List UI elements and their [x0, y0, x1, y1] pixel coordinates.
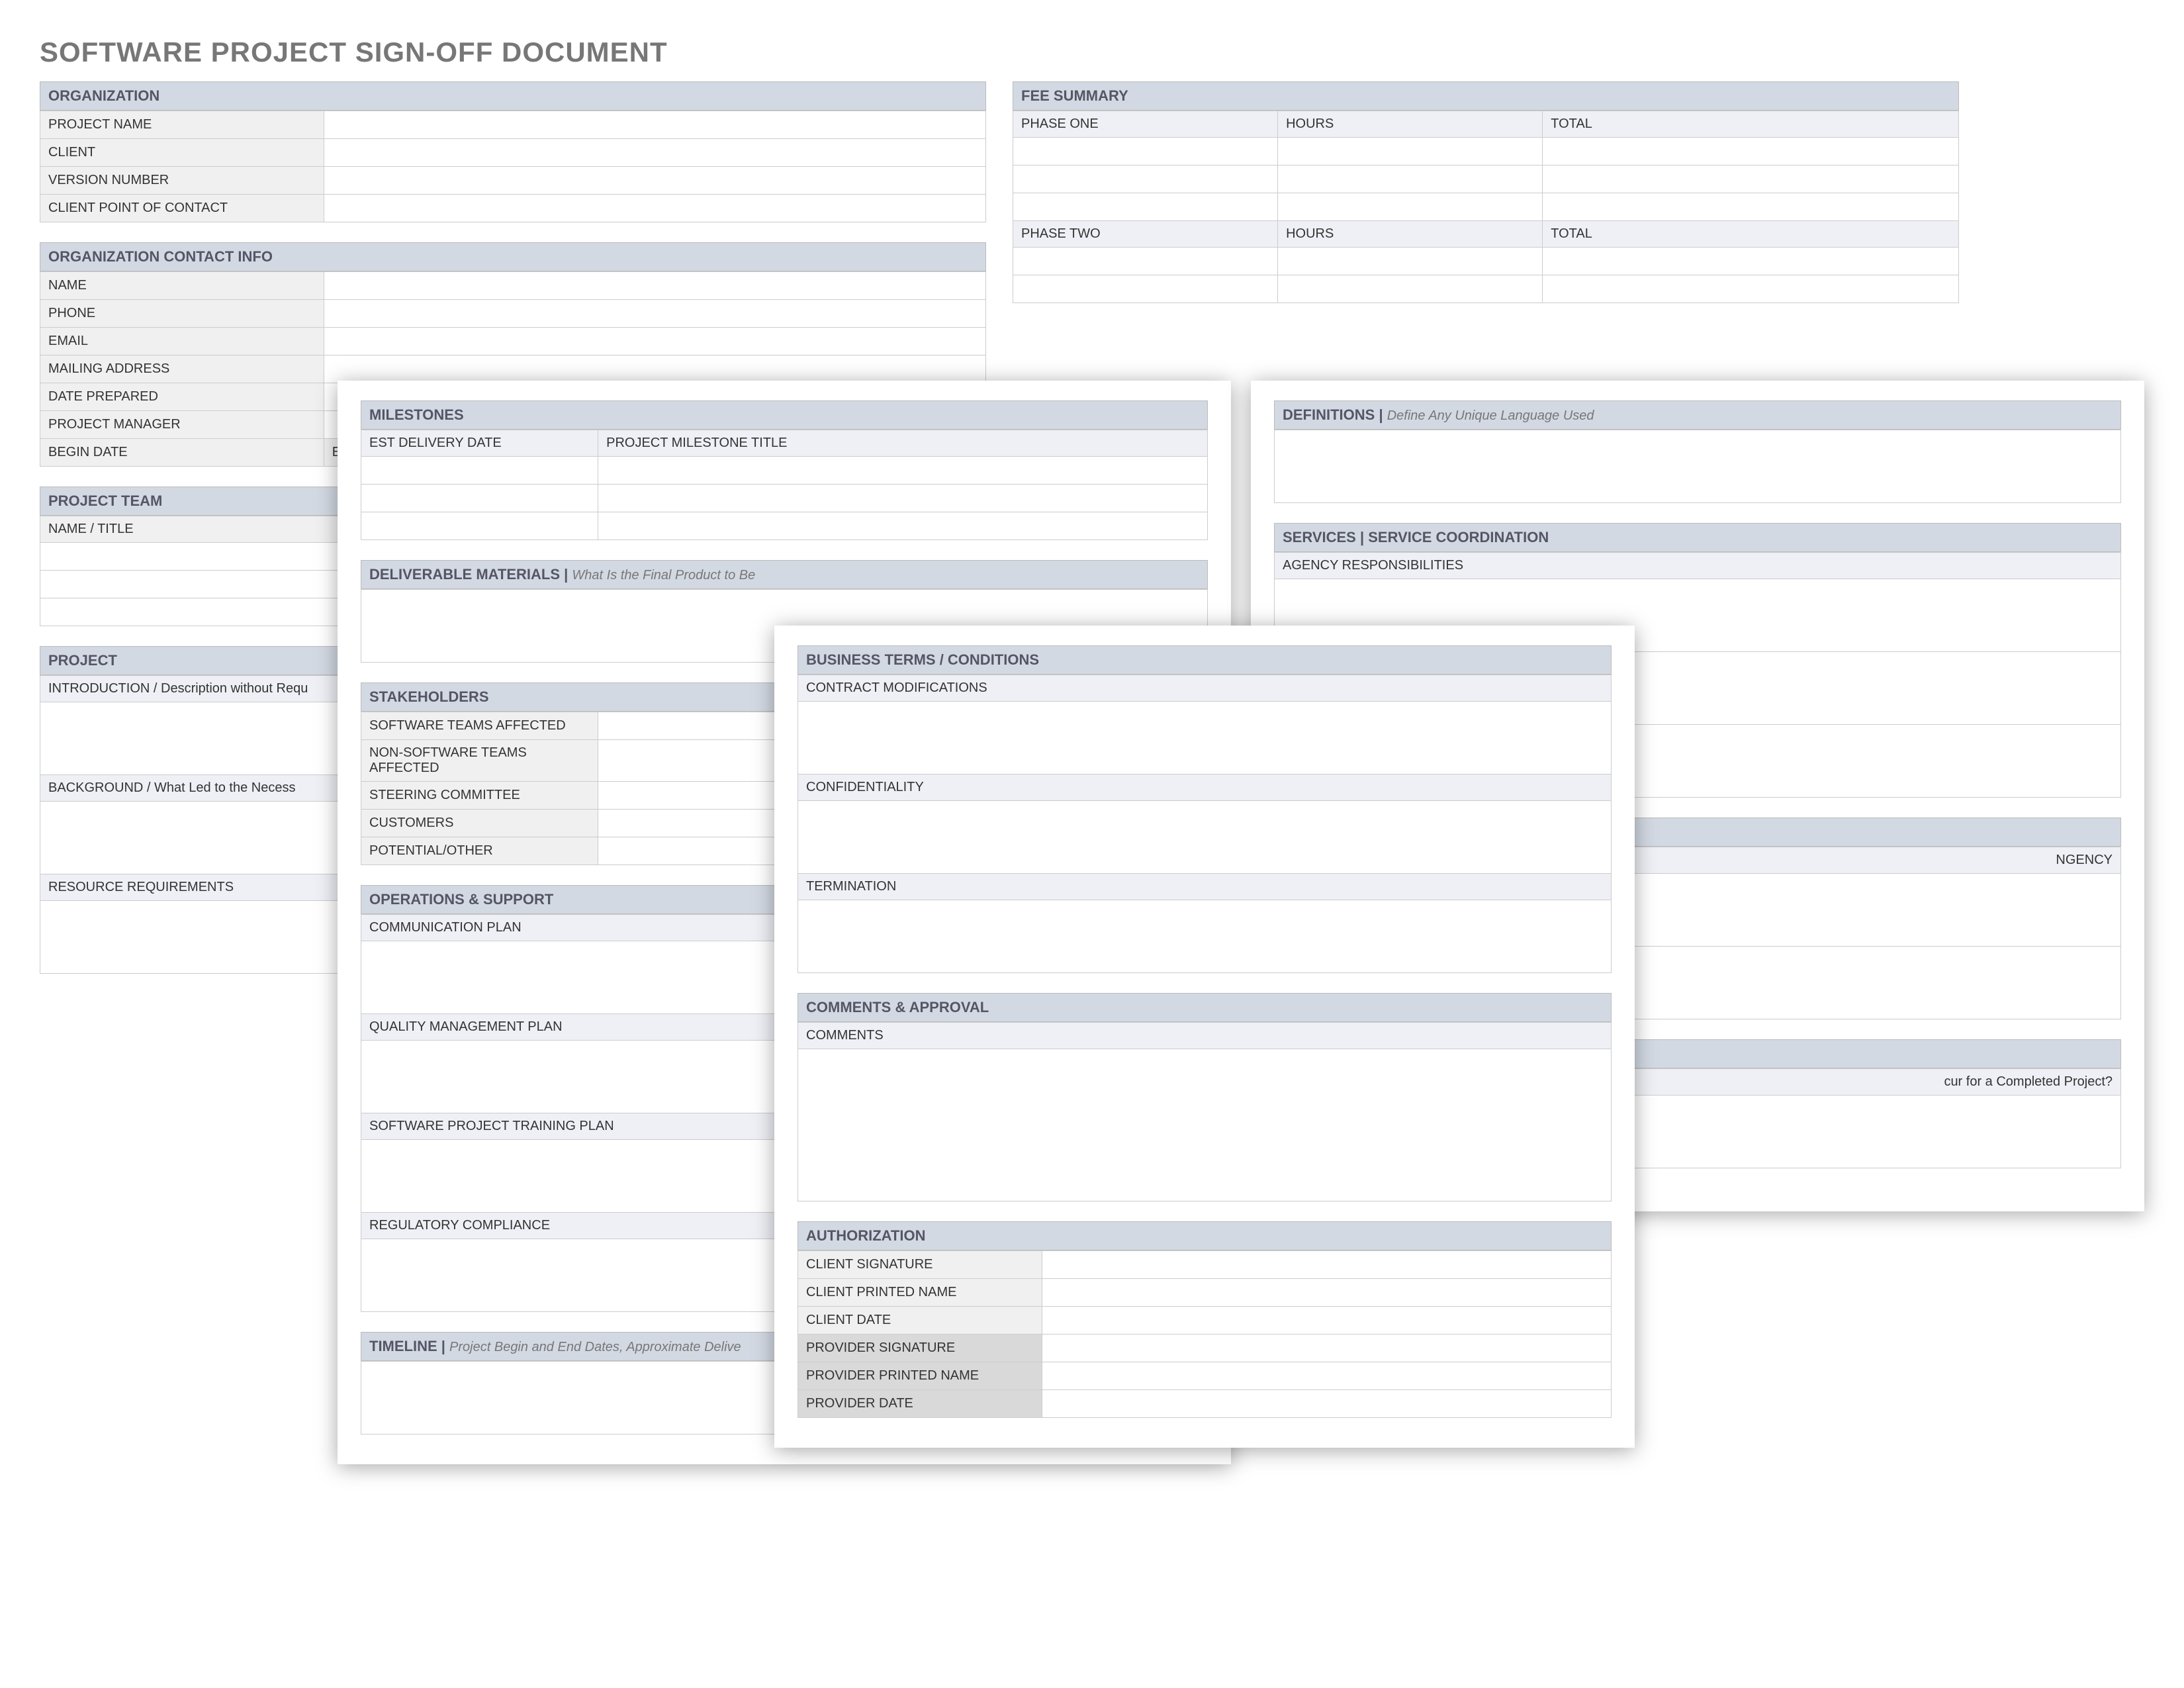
sub-header: CONFIDENTIALITY: [798, 774, 1612, 801]
input-cell[interactable]: [1278, 193, 1543, 221]
input-cell[interactable]: [324, 167, 985, 195]
label: CLIENT DATE: [798, 1307, 1042, 1335]
col-header: PROJECT MILESTONE TITLE: [598, 430, 1208, 457]
milestones-section: MILESTONES EST DELIVERY DATE PROJECT MIL…: [361, 400, 1208, 540]
fee-summary-header: FEE SUMMARY: [1013, 81, 1959, 111]
fee-summary-section: FEE SUMMARY PHASE ONE HOURS TOTAL PHASE …: [1013, 81, 1959, 303]
label: PHONE: [40, 300, 324, 328]
deliverables-header: DELIVERABLE MATERIALS | What Is the Fina…: [361, 560, 1208, 589]
label: PROJECT MANAGER: [40, 411, 324, 439]
input-cell[interactable]: [598, 457, 1208, 485]
input-cell[interactable]: [798, 801, 1612, 874]
label: CLIENT SIGNATURE: [798, 1251, 1042, 1279]
input-cell[interactable]: [798, 1049, 1612, 1201]
label: PROVIDER PRINTED NAME: [798, 1362, 1042, 1390]
label: PROVIDER SIGNATURE: [798, 1335, 1042, 1362]
input-cell[interactable]: [1013, 138, 1278, 165]
label: CLIENT POINT OF CONTACT: [40, 195, 324, 222]
col-header: PHASE ONE: [1013, 111, 1278, 138]
label: NON-SOFTWARE TEAMS AFFECTED: [361, 740, 598, 782]
business-terms-section: BUSINESS TERMS / CONDITIONS CONTRACT MOD…: [797, 645, 1612, 973]
sub-header: TERMINATION: [798, 874, 1612, 900]
services-header: SERVICES | SERVICE COORDINATION: [1274, 523, 2121, 552]
organization-section: ORGANIZATION PROJECT NAME CLIENT VERSION…: [40, 81, 986, 222]
input-cell[interactable]: [1543, 193, 1959, 221]
input-cell[interactable]: [1278, 275, 1543, 303]
input-cell[interactable]: [1013, 275, 1278, 303]
business-terms-header: BUSINESS TERMS / CONDITIONS: [797, 645, 1612, 675]
organization-header: ORGANIZATION: [40, 81, 986, 111]
label: CLIENT PRINTED NAME: [798, 1279, 1042, 1307]
input-cell[interactable]: [324, 272, 985, 300]
input-cell[interactable]: [1543, 165, 1959, 193]
comments-section: COMMENTS & APPROVAL COMMENTS: [797, 993, 1612, 1201]
input-cell[interactable]: [1042, 1307, 1611, 1335]
label: MAILING ADDRESS: [40, 355, 324, 383]
input-cell[interactable]: [1013, 248, 1278, 275]
authorization-section: AUTHORIZATION CLIENT SIGNATURE CLIENT PR…: [797, 1221, 1612, 1418]
label: PROVIDER DATE: [798, 1390, 1042, 1418]
col-header: EST DELIVERY DATE: [361, 430, 598, 457]
input-cell[interactable]: [324, 139, 985, 167]
sub-header: COMMENTS: [798, 1023, 1612, 1049]
label: STEERING COMMITTEE: [361, 782, 598, 810]
input-cell[interactable]: [1013, 165, 1278, 193]
label: CLIENT: [40, 139, 324, 167]
label: DATE PREPARED: [40, 383, 324, 411]
label: PROJECT NAME: [40, 111, 324, 139]
input-cell[interactable]: [324, 111, 985, 139]
input-cell[interactable]: [798, 900, 1612, 973]
label: SOFTWARE TEAMS AFFECTED: [361, 712, 598, 740]
label: VERSION NUMBER: [40, 167, 324, 195]
input-cell[interactable]: [1042, 1390, 1611, 1418]
milestones-header: MILESTONES: [361, 400, 1208, 430]
input-cell[interactable]: [1013, 193, 1278, 221]
input-cell[interactable]: [1042, 1279, 1611, 1307]
input-cell[interactable]: [1275, 430, 2121, 503]
input-cell[interactable]: [1543, 248, 1959, 275]
col-header: TOTAL: [1543, 221, 1959, 248]
input-cell[interactable]: [361, 485, 598, 512]
input-cell[interactable]: [1042, 1362, 1611, 1390]
input-cell[interactable]: [798, 702, 1612, 774]
input-cell[interactable]: [324, 328, 985, 355]
input-cell[interactable]: [324, 300, 985, 328]
input-cell[interactable]: [1543, 138, 1959, 165]
input-cell[interactable]: [598, 485, 1208, 512]
page-4: BUSINESS TERMS / CONDITIONS CONTRACT MOD…: [774, 626, 1635, 1448]
label: EMAIL: [40, 328, 324, 355]
contact-header: ORGANIZATION CONTACT INFO: [40, 242, 986, 271]
label: NAME: [40, 272, 324, 300]
input-cell[interactable]: [598, 512, 1208, 540]
label: BEGIN DATE: [40, 439, 324, 467]
input-cell[interactable]: [1278, 248, 1543, 275]
sub-header: AGENCY RESPONSIBILITIES: [1275, 553, 2121, 579]
label: CUSTOMERS: [361, 810, 598, 837]
definitions-header: DEFINITIONS | Define Any Unique Language…: [1274, 400, 2121, 430]
input-cell[interactable]: [324, 355, 985, 383]
label: POTENTIAL/OTHER: [361, 837, 598, 865]
input-cell[interactable]: [1543, 275, 1959, 303]
sub-header: CONTRACT MODIFICATIONS: [798, 675, 1612, 702]
input-cell[interactable]: [361, 512, 598, 540]
col-header: HOURS: [1278, 111, 1543, 138]
col-header: PHASE TWO: [1013, 221, 1278, 248]
comments-header: COMMENTS & APPROVAL: [797, 993, 1612, 1022]
input-cell[interactable]: [1042, 1251, 1611, 1279]
definitions-section: DEFINITIONS | Define Any Unique Language…: [1274, 400, 2121, 503]
authorization-header: AUTHORIZATION: [797, 1221, 1612, 1250]
input-cell[interactable]: [1278, 165, 1543, 193]
input-cell[interactable]: [361, 457, 598, 485]
document-title: SOFTWARE PROJECT SIGN-OFF DOCUMENT: [40, 36, 1959, 68]
input-cell[interactable]: [324, 195, 985, 222]
input-cell[interactable]: [1278, 138, 1543, 165]
input-cell[interactable]: [1042, 1335, 1611, 1362]
col-header: TOTAL: [1543, 111, 1959, 138]
col-header: HOURS: [1278, 221, 1543, 248]
